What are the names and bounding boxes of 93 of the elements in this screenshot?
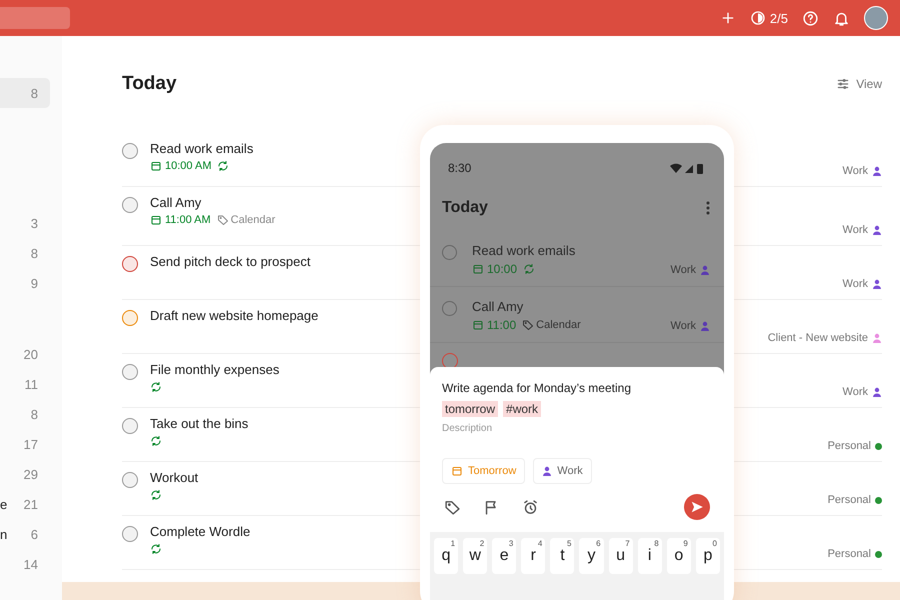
task-title: Call Amy — [472, 299, 524, 314]
help-icon[interactable] — [802, 10, 819, 26]
task-checkbox[interactable] — [122, 364, 138, 380]
calendar-icon — [451, 465, 463, 477]
tag-icon — [522, 319, 534, 331]
sidebar-item[interactable]: 14 — [0, 549, 50, 579]
calendar-icon — [472, 263, 484, 275]
project-name: Personal — [828, 494, 871, 506]
keyboard-key[interactable]: 1 q — [434, 538, 458, 574]
task-title: Send pitch deck to prospect — [150, 254, 310, 269]
task-checkbox[interactable] — [122, 143, 138, 159]
task-label: Calendar — [216, 214, 276, 226]
task-title: Read work emails — [150, 141, 254, 156]
project-name: Client - New website — [768, 332, 868, 344]
keyboard-key[interactable]: 8 i — [638, 538, 662, 574]
highlighted-token: tomorrow — [442, 401, 498, 417]
more-icon[interactable] — [706, 201, 710, 215]
keyboard-key[interactable]: 0 p — [696, 538, 720, 574]
recurring-icon — [150, 489, 162, 501]
task-title: Read work emails — [472, 243, 576, 258]
task-checkbox[interactable] — [122, 472, 138, 488]
task-checkbox[interactable] — [122, 526, 138, 542]
recurring-icon — [150, 543, 162, 555]
recurring-icon — [523, 263, 536, 275]
sidebar-item-label: n — [0, 526, 8, 542]
sidebar-item[interactable]: 17 — [0, 429, 50, 459]
recurring-icon — [150, 435, 162, 447]
task-title: Complete Wordle — [150, 524, 250, 539]
sidebar-item[interactable]: 8 — [0, 399, 50, 429]
progress-ring-icon — [750, 10, 766, 26]
send-button[interactable] — [684, 494, 710, 520]
recurring-icon — [150, 381, 162, 393]
sidebar-item[interactable]: 9 — [0, 268, 50, 298]
alarm-clock-icon[interactable] — [522, 498, 539, 516]
status-icons — [670, 162, 706, 174]
due-date: 11:00 — [472, 318, 516, 332]
keyboard-key[interactable]: 7 u — [608, 538, 633, 574]
calendar-icon — [472, 319, 484, 331]
task-checkbox[interactable] — [442, 245, 457, 260]
task-checkbox[interactable] — [122, 197, 138, 213]
task-title: Call Amy — [150, 195, 202, 210]
project-name: Work — [842, 224, 868, 236]
tag-icon — [216, 214, 229, 226]
project-name: Personal — [828, 548, 871, 560]
add-icon[interactable] — [720, 10, 736, 26]
task-title: Workout — [150, 470, 198, 485]
keyboard-key[interactable]: 3 e — [492, 538, 516, 574]
sidebar-item[interactable]: 29 — [0, 459, 50, 489]
task-title: Draft new website homepage — [150, 308, 318, 323]
keyboard-key[interactable]: 2 w — [463, 538, 488, 574]
productivity-button[interactable]: 2/5 — [750, 10, 788, 26]
due-date: 11:00 AM — [150, 214, 211, 226]
keyboard-key[interactable]: 5 t — [550, 538, 574, 574]
keyboard-key[interactable]: 6 y — [579, 538, 604, 574]
task-checkbox[interactable] — [122, 418, 138, 434]
keyboard-key[interactable]: 4 r — [521, 538, 546, 574]
project-name: Work — [842, 278, 868, 290]
send-icon — [690, 500, 704, 514]
calendar-icon — [150, 214, 162, 226]
project-chip[interactable]: Work — [533, 458, 592, 484]
task-title: File monthly expenses — [150, 362, 280, 377]
project-name: Work — [842, 386, 868, 398]
sidebar-item-label: e — [0, 496, 8, 512]
task-checkbox[interactable] — [122, 256, 138, 272]
sidebar-item[interactable]: n 6 — [0, 519, 50, 549]
highlighted-token: #work — [503, 401, 542, 417]
task-checkbox[interactable] — [122, 310, 138, 326]
sidebar-item[interactable]: 11 — [0, 369, 50, 399]
avatar[interactable] — [864, 6, 888, 30]
sliders-icon — [836, 77, 850, 91]
task-checkbox[interactable] — [442, 301, 457, 316]
phone-title: Today — [442, 199, 488, 217]
due-date: 10:00 AM — [150, 160, 212, 172]
calendar-icon — [150, 160, 162, 172]
task-title: Take out the bins — [150, 416, 248, 431]
task-label: Calendar — [522, 319, 581, 331]
project-name: Personal — [828, 440, 871, 452]
view-button[interactable]: View — [836, 77, 882, 91]
recurring-icon — [217, 160, 230, 172]
project-name: Work — [842, 165, 868, 177]
tag-icon[interactable] — [444, 498, 461, 516]
keyboard-key[interactable]: 9 o — [666, 538, 691, 574]
sidebar-item[interactable]: 3 — [0, 208, 50, 238]
sidebar-item[interactable]: e 21 — [0, 489, 50, 519]
page-title: Today — [122, 73, 177, 95]
project-name: Work — [670, 264, 696, 276]
project-name: Work — [670, 320, 696, 332]
task-input-text[interactable]: Write agenda for Monday’s meeting — [442, 381, 631, 395]
status-time: 8:30 — [448, 161, 472, 175]
sidebar-item[interactable]: 20 — [0, 339, 50, 369]
due-date: 10:00 — [472, 262, 518, 276]
sidebar-item[interactable]: 8 — [0, 238, 50, 268]
sidebar-item[interactable]: 8 — [0, 78, 50, 108]
